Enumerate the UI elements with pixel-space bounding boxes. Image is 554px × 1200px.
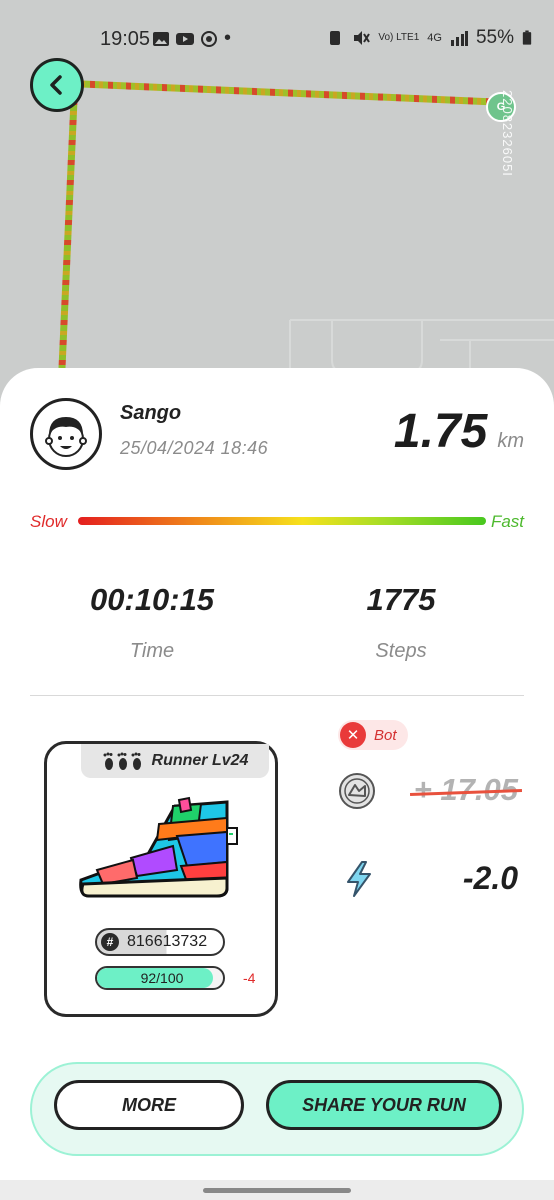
token-earnings: + 17.05: [409, 772, 523, 808]
runner-level-label: Runner Lv24: [151, 752, 249, 769]
home-indicator[interactable]: [203, 1188, 351, 1193]
distance-value: 1.75: [393, 405, 488, 458]
steps-label: Steps: [375, 640, 427, 662]
runner-tag: Runner Lv24: [81, 744, 269, 778]
run-summary-sheet: Sango 25/04/2024 18:46 1.75 km Slow Fast…: [0, 368, 554, 1200]
footprints-icon: [103, 752, 141, 770]
chevron-left-icon: [50, 75, 62, 95]
user-avatar-icon: [45, 417, 87, 457]
youtube-icon: [176, 32, 194, 45]
durability-bar: 92/100: [95, 966, 225, 990]
battery-percent: 55%: [475, 27, 514, 48]
route-segment: [81, 80, 496, 106]
divider: [30, 695, 524, 696]
status-bar: 19:05 • Vo) LTE1 4G 55%: [0, 0, 554, 76]
system-status: Vo) LTE1 4G 55%: [326, 27, 532, 49]
navigation-bar: [0, 1180, 554, 1200]
share-run-button[interactable]: SHARE YOUR RUN: [266, 1080, 502, 1130]
time-stat: 00:10:15 Time: [32, 582, 272, 663]
durability-delta: -4: [243, 970, 256, 986]
route-map[interactable]: 19:05 • Vo) LTE1 4G 55% G 2208232605I: [0, 0, 554, 420]
speed-gradient-bar: [78, 517, 486, 525]
bot-label: Bot: [374, 726, 397, 744]
time-label: Time: [129, 640, 175, 662]
route-segment: [58, 99, 78, 369]
close-icon: ✕: [340, 722, 366, 748]
steps-stat: 1775 Steps: [281, 582, 521, 663]
time-value: 00:10:15: [89, 582, 215, 617]
mute-icon: [354, 31, 371, 45]
speed-legend: Slow Fast: [30, 512, 524, 534]
token-icon: [339, 773, 375, 809]
more-notifications-dot: •: [224, 27, 232, 49]
signal-icon: [450, 31, 468, 46]
battery-saver-icon: [330, 31, 341, 45]
run-date: 25/04/2024 18:46: [120, 438, 269, 458]
sneaker-image: [79, 796, 238, 898]
network-type: 4G: [427, 32, 442, 44]
durability-text: 92/100: [140, 970, 184, 986]
bot-badge[interactable]: ✕ Bot: [338, 720, 408, 750]
whatsapp-icon: [201, 30, 217, 47]
speed-slow-label: Slow: [30, 512, 67, 531]
gallery-icon: [153, 31, 169, 46]
more-button[interactable]: MORE: [54, 1080, 244, 1130]
battery-icon: [522, 30, 532, 45]
steps-value: 1775: [366, 582, 436, 617]
sneaker-id-text: 816613732: [127, 933, 208, 950]
user-name: Sango: [120, 402, 182, 424]
sneaker-card[interactable]: Runner Lv24 # 816613732 92/100 -4: [44, 741, 278, 1017]
avatar: [30, 398, 102, 470]
watermark: 2208232605I: [500, 90, 515, 177]
sneaker-id: # 816613732: [95, 928, 225, 956]
distance: 1.75 km: [394, 404, 524, 459]
status-time: 19:05: [100, 28, 151, 50]
volte-label: Vo) LTE1: [378, 32, 420, 43]
back-button[interactable]: [30, 58, 84, 112]
speed-fast-label: Fast: [490, 512, 524, 531]
distance-unit: km: [497, 430, 524, 452]
notification-icons: •: [152, 27, 231, 50]
hash-icon: #: [101, 933, 119, 951]
energy-icon: [347, 861, 371, 897]
energy-value: -2.0: [462, 860, 518, 896]
action-tray: MORE SHARE YOUR RUN: [30, 1062, 524, 1156]
